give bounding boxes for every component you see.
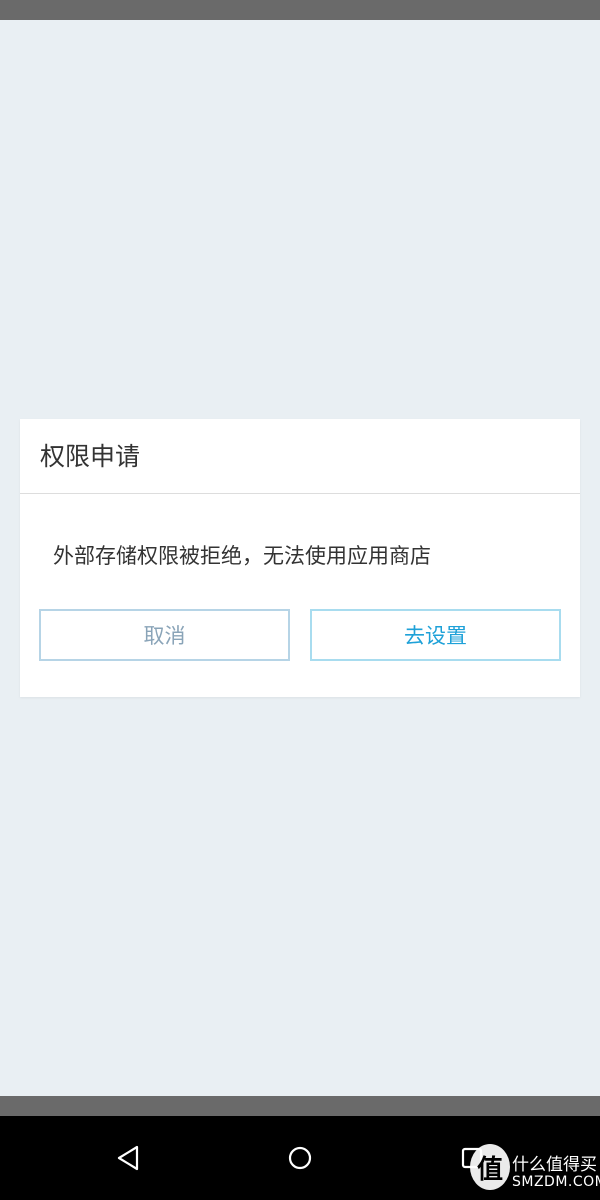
cancel-button[interactable]: 取消 [39,609,290,661]
status-bar [0,0,600,20]
watermark-en-text: SMZDM.COM [512,1174,600,1190]
watermark-cn-text: 什么值得买 [512,1155,597,1175]
nav-back-button[interactable] [108,1138,148,1178]
cancel-button-label: 取消 [143,624,186,648]
dialog-message: 外部存储权限被拒绝，无法使用应用商店 [53,544,431,568]
back-triangle-icon [117,1145,139,1171]
dialog-title: 权限申请 [40,442,141,471]
watermark-logo-char: 值 [476,1154,503,1185]
dialog-divider [20,493,580,494]
nav-home-button[interactable] [280,1138,320,1178]
settings-button-label: 去设置 [404,624,467,648]
home-circle-icon [288,1146,312,1170]
smzdm-watermark: 值 什么值得买 SMZDM.COM [470,1140,600,1196]
permission-dialog: 权限申请 外部存储权限被拒绝，无法使用应用商店 取消 去设置 [20,419,580,697]
bottom-strip [0,1096,600,1116]
go-to-settings-button[interactable]: 去设置 [310,609,561,661]
